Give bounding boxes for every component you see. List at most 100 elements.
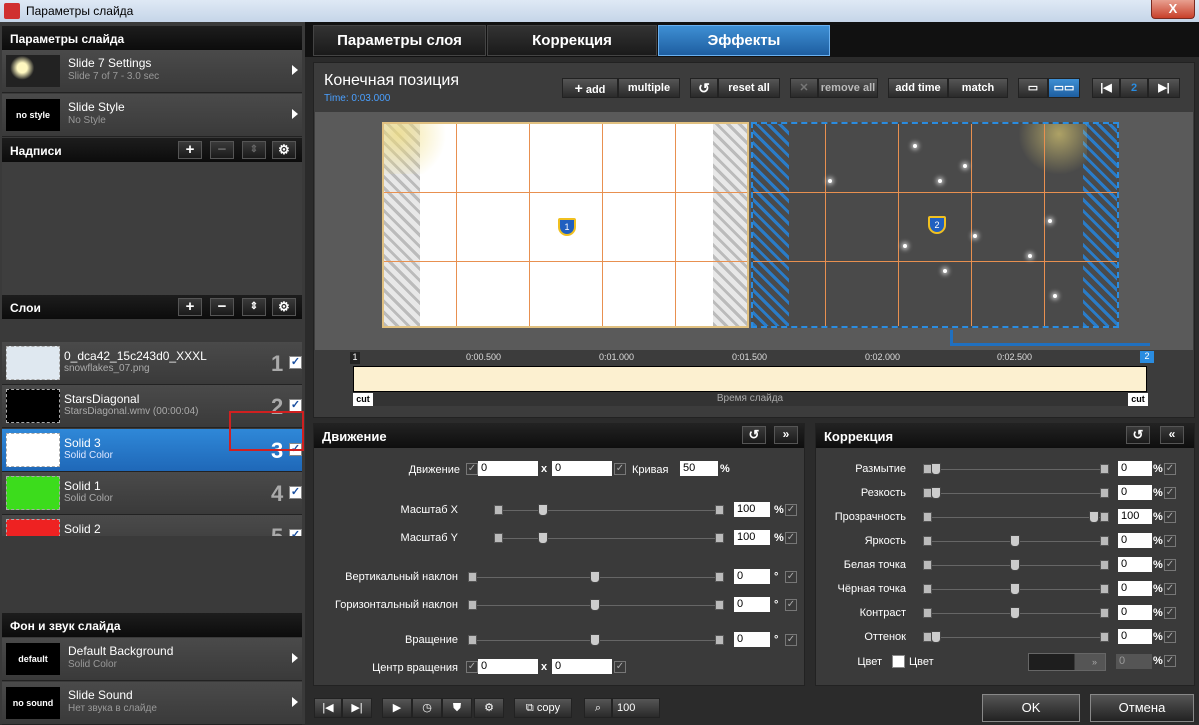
multiple-button[interactable]: multiple <box>618 78 680 98</box>
center-x-field[interactable]: 0 <box>478 659 538 674</box>
position-marker-2[interactable]: 2 <box>928 216 946 234</box>
single-view-icon[interactable]: ▭ <box>1018 78 1048 98</box>
correction-check[interactable]: ✓ <box>1164 559 1176 571</box>
correction-value-field[interactable]: 0 <box>1118 629 1152 644</box>
correction-slider[interactable] <box>923 607 1109 623</box>
vertical-tilt-field[interactable]: 0 <box>734 569 770 584</box>
end-position-frame[interactable]: 2 <box>751 122 1119 328</box>
start-position-frame[interactable]: 1 <box>382 122 749 328</box>
correction-collapse-icon[interactable]: « <box>1160 426 1184 444</box>
correction-slider[interactable] <box>923 535 1109 551</box>
slider-left-arrow[interactable] <box>468 572 477 582</box>
correction-slider[interactable] <box>923 511 1109 527</box>
match-button[interactable]: match <box>948 78 1008 98</box>
slider-right-arrow[interactable] <box>715 505 724 515</box>
shield-icon[interactable]: ⛊ <box>442 698 472 718</box>
slider-left-arrow[interactable] <box>468 600 477 610</box>
rotation-check[interactable]: ✓ <box>785 634 797 646</box>
slider-right-arrow[interactable] <box>1100 632 1109 642</box>
slider-right-arrow[interactable] <box>1100 536 1109 546</box>
close-button[interactable]: X <box>1151 0 1195 19</box>
slider-handle[interactable] <box>931 487 941 499</box>
slider-handle[interactable] <box>538 532 549 544</box>
correction-value-field[interactable]: 0 <box>1118 605 1152 620</box>
slide-style-item[interactable]: no style Slide Style No Style <box>2 94 302 137</box>
move-caption-button[interactable]: ⇕ <box>242 141 266 159</box>
correction-slider[interactable] <box>923 559 1109 575</box>
remove-caption-button[interactable]: − <box>210 141 234 159</box>
clock-icon[interactable]: ◷ <box>412 698 442 718</box>
slider-handle[interactable] <box>538 504 549 516</box>
cut-start-marker[interactable]: cut <box>353 393 373 406</box>
slider-left-arrow[interactable] <box>923 536 932 546</box>
movement-lock[interactable]: ✓ <box>614 463 626 475</box>
slider-handle[interactable] <box>931 463 941 475</box>
color-value-field[interactable]: 0 <box>1116 654 1152 669</box>
slider-right-arrow[interactable] <box>1100 512 1109 522</box>
motion-reset-icon[interactable]: ↺ <box>742 426 766 444</box>
current-key-icon[interactable]: 2 <box>1120 78 1148 98</box>
correction-check[interactable]: ✓ <box>1164 607 1176 619</box>
correction-check[interactable]: ✓ <box>1164 463 1176 475</box>
play-icon[interactable]: ▶ <box>382 698 412 718</box>
slide-settings-item[interactable]: Slide 7 Settings Slide 7 of 7 - 3.0 sec <box>2 50 302 93</box>
scale-y-slider[interactable] <box>494 532 724 548</box>
slider-handle[interactable] <box>1010 535 1020 547</box>
start-key[interactable]: 1 <box>350 352 360 364</box>
slider-right-arrow[interactable] <box>715 572 724 582</box>
layer-item[interactable]: Solid 1 Solid Color 4 ✓ <box>2 472 302 515</box>
correction-value-field[interactable]: 0 <box>1118 533 1152 548</box>
caption-settings-gear-icon[interactable]: ⚙ <box>272 141 296 159</box>
gear-icon[interactable]: ⚙ <box>474 698 504 718</box>
color-picker-button[interactable]: » <box>1028 653 1106 671</box>
move-x-field[interactable]: 0 <box>478 461 538 476</box>
layer-item[interactable]: 0_dca42_15c243d0_XXXL snowflakes_07.png 1 ✓ <box>2 342 302 385</box>
move-layer-button[interactable]: ⇕ <box>242 298 266 316</box>
slider-left-arrow[interactable] <box>494 505 503 515</box>
slider-right-arrow[interactable] <box>1100 584 1109 594</box>
slider-left-arrow[interactable] <box>923 512 932 522</box>
color-mode-check[interactable]: ✓ <box>1164 655 1176 667</box>
reset-icon[interactable]: ↺ <box>690 78 718 98</box>
cancel-button[interactable]: Отмена <box>1090 694 1194 722</box>
move-y-field[interactable]: 0 <box>552 461 612 476</box>
scale-x-field[interactable]: 100 <box>734 502 770 517</box>
ok-button[interactable]: OK <box>982 694 1080 722</box>
add-layer-button[interactable]: + <box>178 298 202 316</box>
reset-all-button[interactable]: reset all <box>718 78 780 98</box>
correction-check[interactable]: ✓ <box>1164 511 1176 523</box>
movement-check[interactable]: ✓ <box>466 463 478 475</box>
correction-value-field[interactable]: 0 <box>1118 461 1152 476</box>
correction-value-field[interactable]: 0 <box>1118 581 1152 596</box>
slider-handle[interactable] <box>590 634 600 646</box>
slider-handle[interactable] <box>1089 511 1099 523</box>
slider-handle[interactable] <box>1010 583 1020 595</box>
remove-all-button[interactable]: remove all <box>818 78 878 98</box>
zoom-icon[interactable]: ⌕ <box>584 698 612 718</box>
slider-handle[interactable] <box>1010 559 1020 571</box>
rotation-slider[interactable] <box>468 634 724 650</box>
motion-expand-icon[interactable]: » <box>774 426 798 444</box>
scale-y-field[interactable]: 100 <box>734 530 770 545</box>
tab-layer-params[interactable]: Параметры слоя <box>313 25 486 56</box>
slider-handle[interactable] <box>931 631 941 643</box>
slider-left-arrow[interactable] <box>494 533 503 543</box>
scale-y-check[interactable]: ✓ <box>785 532 797 544</box>
slider-right-arrow[interactable] <box>1100 488 1109 498</box>
correction-reset-icon[interactable]: ↺ <box>1126 426 1150 444</box>
scale-x-check[interactable]: ✓ <box>785 504 797 516</box>
horizontal-tilt-check[interactable]: ✓ <box>785 599 797 611</box>
slider-right-arrow[interactable] <box>1100 464 1109 474</box>
scale-x-slider[interactable] <box>494 504 724 520</box>
slider-handle[interactable] <box>1010 607 1020 619</box>
zoom-field[interactable]: 100 <box>612 698 660 718</box>
last-frame-icon[interactable]: ▶| <box>342 698 372 718</box>
slider-right-arrow[interactable] <box>1100 608 1109 618</box>
next-key-icon[interactable]: ▶| <box>1148 78 1180 98</box>
default-background-item[interactable]: default Default Background Solid Color <box>2 638 302 681</box>
correction-slider[interactable] <box>923 463 1109 479</box>
color-checkbox[interactable] <box>892 655 905 668</box>
slider-left-arrow[interactable] <box>923 608 932 618</box>
correction-slider[interactable] <box>923 487 1109 503</box>
add-time-button[interactable]: add time <box>888 78 948 98</box>
